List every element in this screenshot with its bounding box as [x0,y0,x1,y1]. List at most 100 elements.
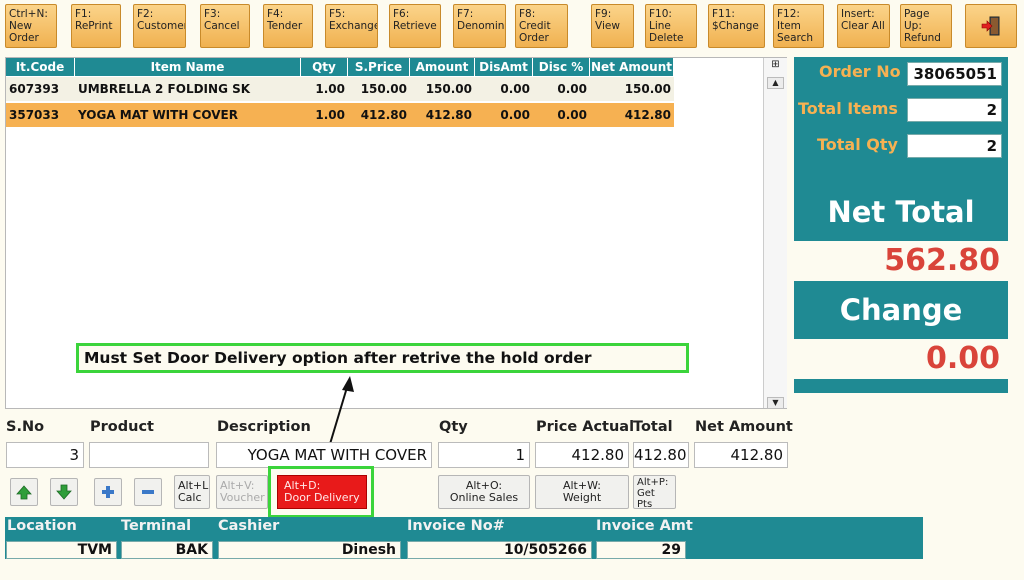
exit-door-icon [981,16,1000,36]
price-actual-field[interactable]: 412.80 [535,442,629,468]
voucher-button[interactable]: Alt+V: Voucher [216,475,268,509]
cancel-button[interactable]: F3: Cancel [200,4,250,48]
reprint-button[interactable]: F1: RePrint [71,4,121,48]
decrease-qty-button[interactable] [134,478,162,506]
customer-button[interactable]: F2: Customer [133,4,186,48]
weight-button[interactable]: Alt+W: Weight [535,475,629,509]
sno-field[interactable]: 3 [6,442,84,468]
grid-scrollbar[interactable]: ⊞ ▲ ▼ [763,58,787,409]
invoice-amt-label: Invoice Amt [596,518,693,534]
description-label: Description [217,419,311,435]
terminal-label: Terminal [121,518,192,534]
cell-amount: 412.80 [425,108,472,122]
retrieve-button[interactable]: F6: Retrieve [389,4,441,48]
column-header-itcode[interactable]: It.Code [6,58,75,76]
column-header-disamt[interactable]: DisAmt [475,58,533,76]
arrow-down-icon [56,484,72,500]
clear-all-button[interactable]: Insert: Clear All [837,4,890,48]
net-amount-field[interactable]: 412.80 [694,442,788,468]
tender-button[interactable]: F4: Tender [263,4,313,48]
calc-button[interactable]: Alt+L: Calc [174,475,210,509]
net-amount-label: Net Amount [695,419,793,435]
invoice-no-value: 10/505266 [407,541,592,559]
qty-label: Qty [439,419,468,435]
order-no-field: 38065051 [907,62,1002,86]
denomination-button[interactable]: F7: Denomination [453,4,506,48]
status-footer: Location TVM Terminal BAK Cashier Dinesh… [5,517,923,559]
column-header-sprice[interactable]: S.Price [348,58,410,76]
column-header-amount[interactable]: Amount [410,58,475,76]
cell-sprice: 412.80 [360,108,407,122]
cashier-value: Dinesh [218,541,401,559]
total-items-label: Total Items [798,99,898,118]
cell-net-amount: 150.00 [624,82,671,96]
cell-item-name: UMBRELLA 2 FOLDING SK [78,82,251,96]
summary-panel: Order No 38065051 Total Items 2 Total Qt… [794,57,1008,393]
location-value: TVM [6,541,117,559]
exit-button[interactable] [965,4,1017,48]
view-button[interactable]: F9: View [591,4,634,48]
increase-qty-button[interactable] [94,478,122,506]
net-total-label: Net Total [827,195,975,229]
item-search-button[interactable]: F12: Item Search [773,4,824,48]
door-delivery-button[interactable]: Alt+D: Door Delivery [277,475,367,509]
cell-amount: 150.00 [425,82,472,96]
product-label: Product [90,419,154,435]
cell-qty: 1.00 [315,82,345,96]
description-field[interactable]: YOGA MAT WITH COVER [216,442,432,468]
table-row-selected[interactable]: 357033 YOGA MAT WITH COVER 1.00 412.80 4… [6,103,674,127]
cell-sprice: 150.00 [360,82,407,96]
plus-icon [102,486,114,498]
location-label: Location [7,518,77,534]
terminal-value: BAK [121,541,213,559]
move-up-button[interactable] [10,478,38,506]
change-button[interactable]: F11: $Change [708,4,765,48]
product-input[interactable] [89,442,209,468]
cell-net-amount: 412.80 [624,108,671,122]
total-label: Total [633,419,673,435]
new-order-button[interactable]: Ctrl+N: New Order [5,4,57,48]
get-points-button[interactable]: Alt+P: Get Pts [633,475,676,509]
change-value: 0.00 [794,339,1008,379]
total-field[interactable]: 412.80 [633,442,689,468]
minus-icon [142,490,154,494]
annotation-callout: Must Set Door Delivery option after retr… [76,343,689,373]
cell-disamt: 0.00 [500,82,530,96]
cell-item-name: YOGA MAT WITH COVER [78,108,238,122]
refund-button[interactable]: Page Up: Refund [900,4,952,48]
pos-window: Ctrl+N: New Order F1: RePrint F2: Custom… [0,0,1024,580]
total-qty-field: 2 [907,134,1002,158]
scroll-down-icon[interactable]: ▼ [767,397,784,409]
column-header-qty[interactable]: Qty [301,58,348,76]
total-qty-label: Total Qty [817,135,898,154]
column-header-disc[interactable]: Disc % [533,58,590,76]
total-items-field: 2 [907,98,1002,122]
cell-qty: 1.00 [315,108,345,122]
arrow-up-icon [16,485,32,500]
invoice-no-label: Invoice No# [407,518,505,534]
column-header-net-amount[interactable]: Net Amount [590,58,674,76]
change-label: Change [839,293,963,327]
net-total-value: 562.80 [794,241,1008,281]
order-no-label: Order No [819,62,901,81]
scroll-up-icon[interactable]: ▲ [767,77,784,89]
credit-order-button[interactable]: F8: Credit Order [515,4,568,48]
cell-itcode: 607393 [9,82,60,96]
invoice-amt-value: 29 [596,541,686,559]
column-header-item-name[interactable]: Item Name [75,58,301,76]
qty-input[interactable]: 1 [438,442,530,468]
column-chooser-icon[interactable]: ⊞ [767,60,784,72]
grid-header: It.Code Item Name Qty S.Price Amount Dis… [6,58,674,77]
line-delete-button[interactable]: F10: Line Delete [645,4,697,48]
cell-disc: 0.00 [557,108,587,122]
sno-label: S.No [6,419,45,435]
exchange-button[interactable]: F5: Exchange [325,4,378,48]
cell-itcode: 357033 [9,108,60,122]
move-down-button[interactable] [50,478,78,506]
online-sales-button[interactable]: Alt+O: Online Sales [438,475,530,509]
cell-disamt: 0.00 [500,108,530,122]
price-actual-label: Price Actual [536,419,635,435]
cashier-label: Cashier [218,518,280,534]
table-row[interactable]: 607393 UMBRELLA 2 FOLDING SK 1.00 150.00… [6,77,674,101]
cell-disc: 0.00 [557,82,587,96]
